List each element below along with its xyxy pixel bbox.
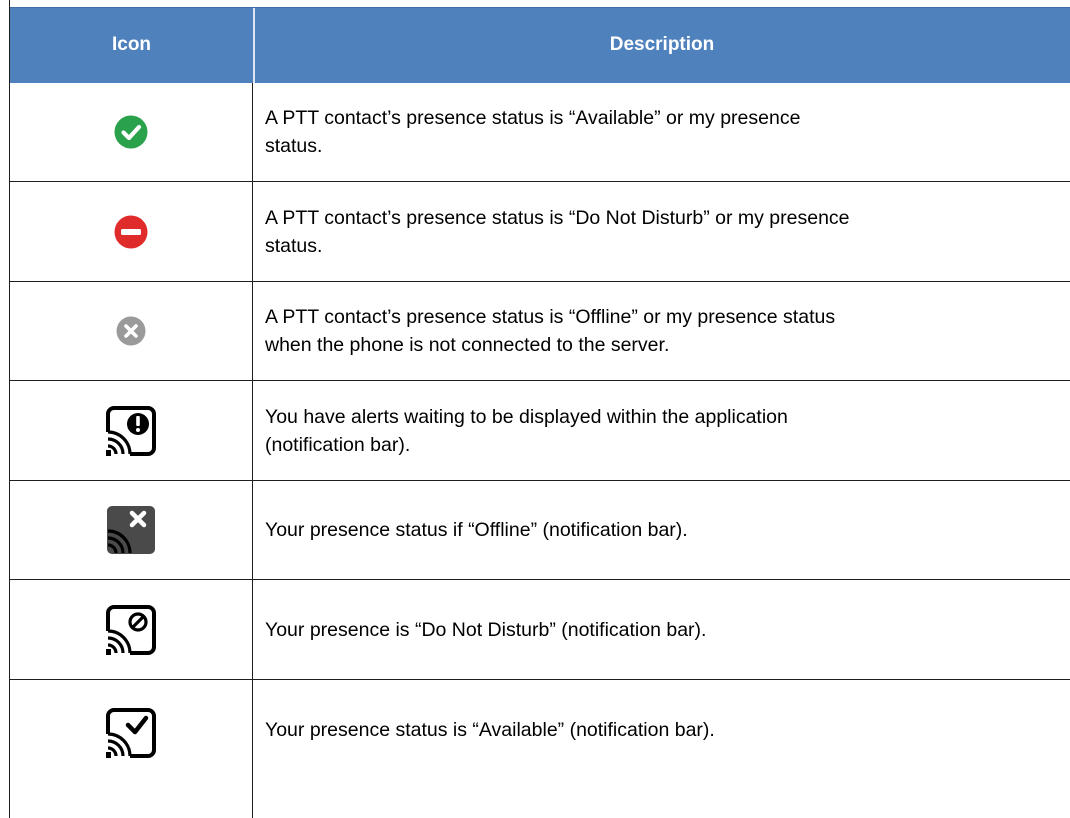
description-column-header: Description <box>609 34 715 55</box>
row-description: Your presence is “Do Not Disturb” (notif… <box>265 618 707 641</box>
table-row: Your presence status is “Available” (not… <box>10 680 1070 818</box>
row-description: A PTT contact’s presence status is “Do N… <box>265 206 850 257</box>
row-description: A PTT contact’s presence status is “Avai… <box>265 107 801 157</box>
table-row: Your presence status if “Offline” (notif… <box>10 481 1070 580</box>
table-header: Icon Description <box>10 7 1070 84</box>
presence-icon-table: Icon Description A PTT contact’s presenc… <box>9 0 1070 818</box>
row-description: Your presence status is “Available” (not… <box>265 719 715 741</box>
table-row: A PTT contact’s presence status is “Offl… <box>10 282 1070 381</box>
row-description: Your presence status if “Offline” (notif… <box>265 519 688 541</box>
check-circle-green-icon <box>114 115 148 149</box>
table-row: You have alerts waiting to be displayed … <box>10 381 1070 481</box>
table-row: A PTT contact’s presence status is “Avai… <box>10 83 1070 182</box>
notification-available-icon <box>106 708 156 758</box>
icon-column-header: Icon <box>111 34 152 55</box>
notification-dnd-icon <box>106 604 156 655</box>
offline-gray-x-icon <box>116 316 146 346</box>
do-not-disturb-red-icon <box>114 215 148 248</box>
notification-alert-icon <box>106 405 156 456</box>
table-row: A PTT contact’s presence status is “Do N… <box>10 182 1070 282</box>
notification-offline-icon <box>107 506 155 554</box>
row-description: You have alerts waiting to be displayed … <box>265 405 788 456</box>
table-row: Your presence is “Do Not Disturb” (notif… <box>10 580 1070 680</box>
row-description: A PTT contact’s presence status is “Offl… <box>265 306 836 356</box>
